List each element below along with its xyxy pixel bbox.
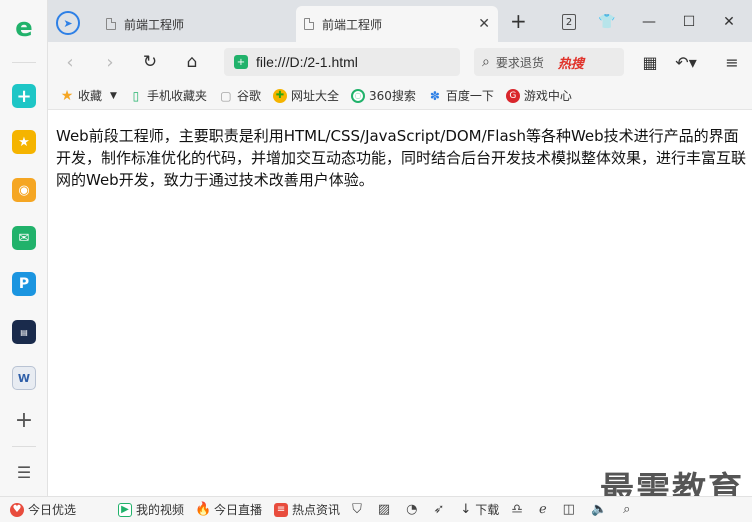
- tab-count-badge: 2: [562, 14, 576, 30]
- maximize-button[interactable]: ☐: [678, 11, 700, 33]
- status-label: 热点资讯: [292, 503, 341, 517]
- status-bar: ♥ 今日优选 ▶ 我的视频 🔥 今日直播 ≡ 热点资讯 ⛉ ▨ ◔ ➶ ↓ 下载…: [0, 496, 752, 522]
- status-label: 我的视频: [136, 503, 185, 517]
- bookmarks-bar: ★ 收藏 ▼ ▯ 手机收藏夹 ▢ 谷歌 ✚ 网址大全 ◌ 360搜索 ✽ 百度一…: [48, 82, 752, 110]
- browser-logo-icon[interactable]: e: [12, 13, 36, 43]
- heart-icon: ♥: [10, 502, 24, 517]
- bookmark-label: 游戏中心: [523, 89, 572, 103]
- window-icon[interactable]: ◫: [563, 502, 575, 517]
- tab-count-button[interactable]: 2: [558, 11, 580, 33]
- security-shield-icon: +: [234, 55, 248, 69]
- navigation-toolbar: ‹ › ↻ ⌂ + file:///D:/2-1.html ⌕ 要求退货 热搜 …: [48, 42, 752, 82]
- bookmark-mobile-favorites[interactable]: ▯ 手机收藏夹: [129, 87, 207, 104]
- news-icon: ≡: [274, 502, 289, 517]
- sidebar-divider: [12, 446, 36, 447]
- refresh-button[interactable]: ↻: [138, 50, 162, 74]
- search-icon[interactable]: ⌕: [482, 54, 490, 70]
- status-today-picks[interactable]: ♥ 今日优选: [10, 501, 76, 518]
- bookmark-baidu[interactable]: ✽ 百度一下: [428, 87, 494, 104]
- status-live[interactable]: 🔥 今日直播: [194, 501, 263, 518]
- status-hot-news[interactable]: ≡ 热点资讯: [274, 501, 340, 518]
- baidu-paw-icon: ✽: [429, 88, 440, 103]
- mail-icon[interactable]: ✉: [12, 226, 36, 250]
- status-my-videos[interactable]: ▶ 我的视频: [118, 501, 184, 518]
- home-button[interactable]: ⌂: [180, 50, 204, 74]
- bookmark-label: 360搜索: [368, 89, 416, 103]
- address-bar[interactable]: + file:///D:/2-1.html: [224, 48, 460, 76]
- page-icon: [106, 18, 116, 30]
- search-360-icon: ◌: [350, 88, 365, 103]
- headset-icon[interactable]: ♎: [511, 502, 523, 517]
- new-tab-button[interactable]: +: [510, 11, 527, 31]
- bookmark-label: 网址大全: [290, 89, 339, 103]
- phone-icon: ▯: [132, 88, 140, 103]
- search-placeholder[interactable]: 要求退货: [496, 54, 552, 71]
- fire-icon: 🔥: [194, 502, 212, 517]
- rocket-icon[interactable]: ➶: [433, 502, 444, 517]
- sidebar: e + ★ ◉ ✉ P ▤ W + ☰: [0, 0, 48, 496]
- back-button[interactable]: ‹: [58, 50, 82, 74]
- tab-label: 前端工程师: [124, 17, 185, 32]
- forward-button[interactable]: ›: [98, 50, 122, 74]
- sidebar-divider: [12, 62, 36, 63]
- bookmark-google[interactable]: ▢ 谷歌: [219, 87, 261, 104]
- bookmark-site-directory[interactable]: ✚ 网址大全: [272, 87, 339, 104]
- search-box[interactable]: ⌕ 要求退货 热搜: [474, 48, 624, 76]
- title-bar: ➤ 前端工程师 前端工程师 ✕ + 2 👕 — ☐ ✕: [48, 0, 752, 42]
- bookmark-favorites[interactable]: ★ 收藏 ▼: [60, 87, 117, 104]
- add-icon[interactable]: +: [12, 408, 36, 433]
- page-content: Web前段工程师，主要职责是利用HTML/CSS/JavaScript/DOM/…: [48, 111, 752, 496]
- download-button[interactable]: ↓ 下载: [460, 501, 499, 518]
- bookmark-label: 收藏: [78, 89, 103, 103]
- bookmark-game-center[interactable]: G 游戏中心: [505, 87, 572, 104]
- game-icon: G: [505, 88, 520, 103]
- minimize-button[interactable]: —: [638, 11, 660, 33]
- doc-icon: ▢: [220, 88, 232, 103]
- download-label: 下载: [475, 503, 500, 517]
- main-menu-icon[interactable]: ≡: [720, 50, 744, 74]
- grid-apps-icon[interactable]: ▦: [638, 50, 662, 74]
- tab-1[interactable]: 前端工程师: [98, 6, 294, 42]
- bookmark-label: 百度一下: [445, 89, 494, 103]
- status-label: 今日直播: [214, 503, 263, 517]
- url-text[interactable]: file:///D:/2-1.html: [256, 54, 358, 70]
- navigation-compass-icon[interactable]: ➤: [56, 11, 80, 35]
- download-icon: ↓: [460, 502, 472, 517]
- ie-icon[interactable]: ℯ: [539, 502, 547, 517]
- speed-icon[interactable]: ◔: [406, 502, 417, 517]
- content-paragraph: Web前段工程师，主要职责是利用HTML/CSS/JavaScript/DOM/…: [56, 127, 747, 189]
- tab-2-active[interactable]: 前端工程师 ✕: [296, 6, 498, 42]
- bookmark-label: 手机收藏夹: [146, 89, 207, 103]
- tab-label: 前端工程师: [322, 17, 383, 32]
- close-tab-icon[interactable]: ✕: [478, 16, 490, 32]
- weibo-icon[interactable]: ◉: [12, 178, 36, 202]
- ip-icon[interactable]: P: [12, 272, 36, 296]
- medical-cross-icon[interactable]: +: [12, 84, 36, 108]
- bookmark-label: 谷歌: [236, 89, 261, 103]
- volume-icon[interactable]: 🔈: [591, 502, 607, 517]
- skin-shirt-icon[interactable]: 👕: [596, 11, 618, 33]
- image-icon[interactable]: ▨: [378, 502, 390, 517]
- favorite-star-icon[interactable]: ★: [12, 130, 36, 154]
- undo-dropdown-icon[interactable]: ↶▾: [674, 50, 698, 74]
- word-doc-icon[interactable]: W: [12, 366, 36, 390]
- hot-search-label[interactable]: 热搜: [558, 53, 584, 72]
- shield-icon[interactable]: ⛉: [352, 502, 362, 517]
- bookmark-360-search[interactable]: ◌ 360搜索: [350, 87, 416, 104]
- status-label: 今日优选: [28, 503, 77, 517]
- news-app-icon[interactable]: ▤: [12, 320, 36, 344]
- page-icon: [304, 18, 314, 30]
- globe-icon: ✚: [272, 88, 287, 103]
- video-icon: ▶: [118, 502, 133, 517]
- zoom-search-icon[interactable]: ⌕: [623, 502, 630, 517]
- menu-list-icon[interactable]: ☰: [12, 460, 36, 484]
- close-window-button[interactable]: ✕: [718, 11, 740, 33]
- chevron-down-icon[interactable]: ▼: [110, 91, 117, 101]
- star-icon: ★: [60, 87, 74, 104]
